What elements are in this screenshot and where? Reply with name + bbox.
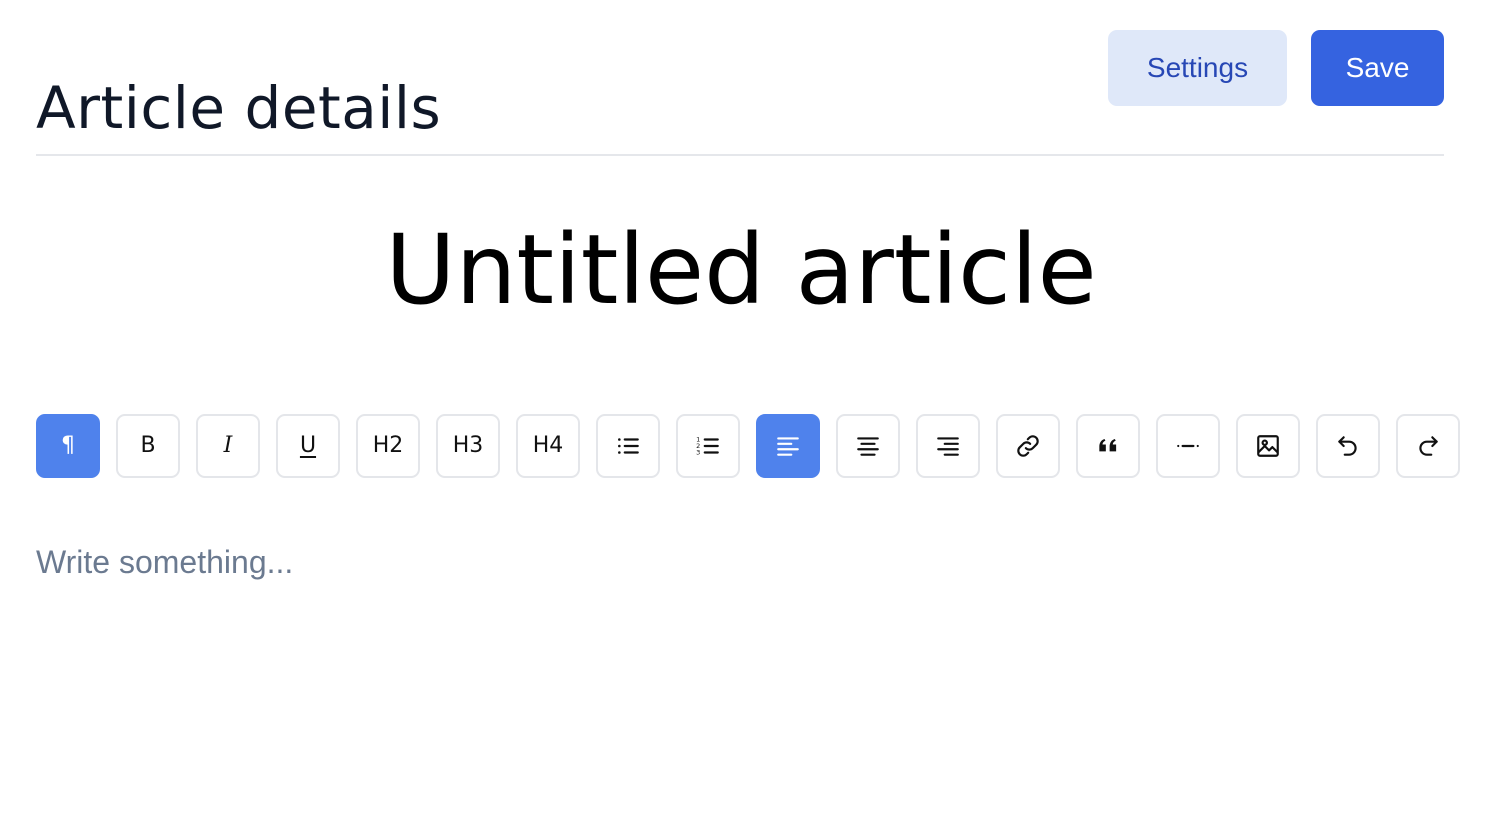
align-left-button[interactable] <box>756 414 820 478</box>
heading-3-button[interactable]: H3 <box>436 414 500 478</box>
align-left-icon <box>777 437 799 456</box>
horizontal-rule-icon <box>1177 444 1199 448</box>
image-button[interactable] <box>1236 414 1300 478</box>
undo-icon <box>1338 436 1357 456</box>
redo-icon <box>1419 436 1438 456</box>
horizontal-rule-button[interactable] <box>1156 414 1220 478</box>
italic-icon: I <box>223 433 233 458</box>
article-body-editor[interactable]: Write something... <box>36 540 1444 780</box>
align-center-button[interactable] <box>836 414 900 478</box>
italic-button[interactable]: I <box>196 414 260 478</box>
bullet-list-button[interactable] <box>596 414 660 478</box>
ordered-list-button[interactable]: 1 2 3 <box>676 414 740 478</box>
editor-placeholder: Write something... <box>36 544 294 580</box>
settings-button[interactable]: Settings <box>1108 30 1287 106</box>
svg-text:3: 3 <box>696 449 700 457</box>
blockquote-button[interactable] <box>1076 414 1140 478</box>
save-button[interactable]: Save <box>1311 30 1444 106</box>
align-right-icon <box>937 437 959 456</box>
paragraph-button[interactable]: ¶ <box>36 414 100 478</box>
heading-2-button[interactable]: H2 <box>356 414 420 478</box>
bold-icon: B <box>140 433 156 458</box>
image-icon <box>1257 435 1279 457</box>
header-actions: Settings Save <box>1108 30 1444 106</box>
align-right-button[interactable] <box>916 414 980 478</box>
heading-4-button[interactable]: H4 <box>516 414 580 478</box>
article-title[interactable]: Untitled article <box>0 210 1482 330</box>
quote-icon <box>1099 438 1117 452</box>
page-title: Article details <box>36 73 442 142</box>
link-button[interactable] <box>996 414 1060 478</box>
link-icon <box>1017 435 1039 457</box>
undo-button[interactable] <box>1316 414 1380 478</box>
heading-3-icon: H3 <box>452 433 484 458</box>
editor-toolbar: ¶ B I U H2 H3 H4 1 2 3 <box>36 414 1460 478</box>
redo-button[interactable] <box>1396 414 1460 478</box>
bold-button[interactable]: B <box>116 414 180 478</box>
underline-button[interactable]: U <box>276 414 340 478</box>
underline-icon: U <box>299 433 317 458</box>
heading-2-icon: H2 <box>372 433 404 458</box>
heading-4-icon: H4 <box>532 433 564 458</box>
ordered-list-icon: 1 2 3 <box>696 436 719 457</box>
header-divider <box>36 154 1444 156</box>
bullet-list-icon <box>618 438 639 454</box>
align-center-icon <box>857 437 879 456</box>
paragraph-icon: ¶ <box>61 433 75 458</box>
